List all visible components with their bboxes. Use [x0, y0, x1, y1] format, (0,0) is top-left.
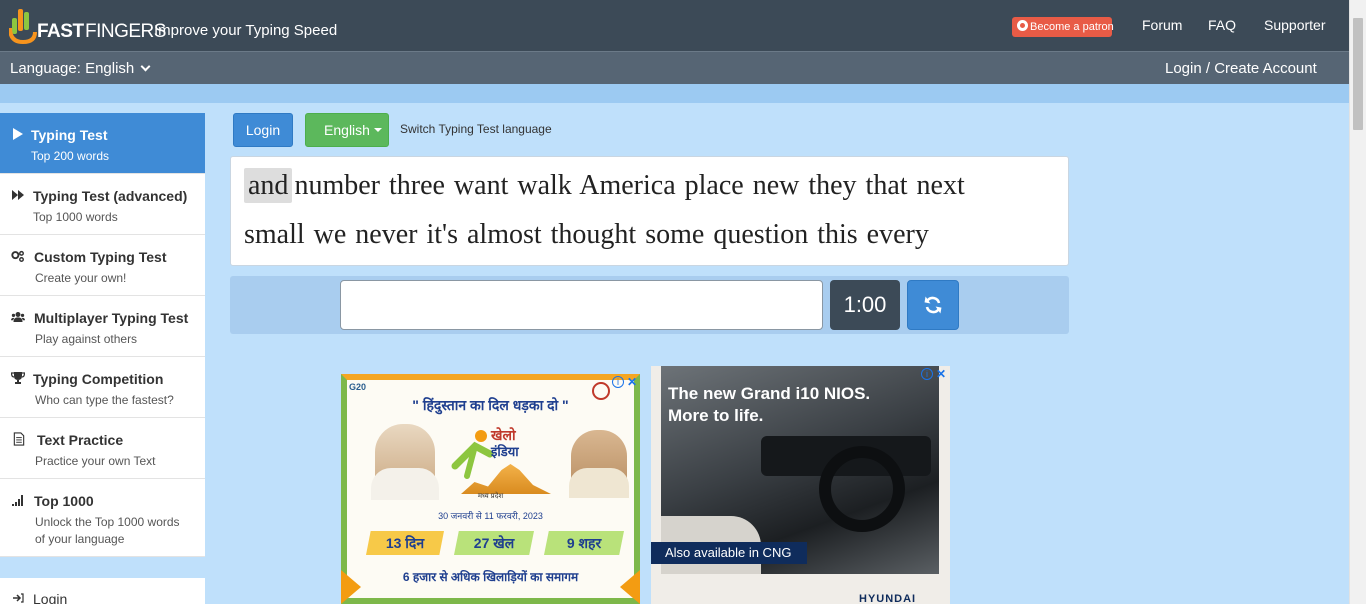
sidebar-item-subtitle: Practice your own Text	[35, 454, 156, 468]
play-icon	[13, 128, 23, 140]
words-line-1-rest: number three want walk America place new…	[294, 170, 965, 201]
document-icon	[13, 432, 25, 446]
sidebar-item-title: Typing Test	[31, 127, 108, 143]
ad-title-line2: More to life.	[668, 406, 764, 425]
sidebar-item-subtitle: Create your own!	[35, 271, 127, 285]
login-create-account-link[interactable]: Login / Create Account	[1165, 60, 1317, 77]
top-header: FAST FINGERS Improve your Typing Speed B…	[0, 0, 1349, 51]
ad-title: The new Grand i10 NIOS. More to life.	[668, 383, 898, 427]
advertisement-hyundai[interactable]: i ✕ The new Grand i10 NIOS. More to life.…	[651, 366, 950, 604]
header-stripe	[0, 84, 1349, 103]
khelo-text: खेलो	[491, 427, 516, 443]
sidebar-item-subtitle-line2: of your language	[35, 532, 125, 546]
caret-down-icon	[373, 128, 382, 132]
current-word: and	[244, 168, 293, 203]
gears-icon	[11, 250, 24, 262]
ad-stat-sports: 27 खेल	[454, 531, 534, 555]
ad-footer-text: 6 हजार से अधिक खिलाड़ियों का समागम	[402, 570, 579, 584]
sidebar-item-title: Typing Competition	[33, 371, 164, 387]
ad-title-line1: The new Grand i10 NIOS.	[668, 384, 871, 403]
login-button[interactable]: Login	[233, 113, 293, 147]
sidebar-item-subtitle: Top 200 words	[31, 149, 110, 163]
logo-fast-text: FAST	[37, 21, 84, 42]
typing-input[interactable]	[340, 280, 823, 330]
trophy-icon	[11, 372, 25, 384]
words-line-2: small we never it's almost thought some …	[244, 219, 929, 250]
ad-headline: " हिंदुस्तान का दिल धड़का दो "	[412, 397, 569, 413]
sidebar-item-top-1000[interactable]: Top 1000 Unlock the Top 1000 words of you…	[0, 479, 205, 557]
reload-button[interactable]	[907, 280, 959, 330]
sidebar-item-text-practice[interactable]: Text Practice Practice your own Text	[0, 418, 205, 479]
sidebar-item-subtitle: Unlock the Top 1000 words of your languag…	[35, 514, 180, 548]
ad-date: 30 जनवरी से 11 फरवरी, 2023	[438, 511, 543, 521]
sidebar-login-label: Login	[33, 591, 68, 604]
patron-label: Become a patron	[1030, 21, 1114, 33]
nav-supporter[interactable]: Supporter	[1264, 17, 1325, 33]
site-logo[interactable]: FAST FINGERS	[9, 6, 166, 44]
ad-close-icon[interactable]: ✕	[936, 367, 946, 381]
sidebar-item-custom-typing-test[interactable]: Custom Typing Test Create your own!	[0, 235, 205, 296]
ad-stat-cities: 9 शहर	[544, 531, 624, 555]
ad-region: मध्य प्रदेश	[477, 493, 504, 500]
steering-wheel	[819, 446, 905, 532]
sidebar-item-title: Custom Typing Test	[34, 249, 167, 265]
input-row: 1:00	[230, 276, 1069, 334]
refresh-icon	[924, 296, 942, 314]
sidebar: Typing Test Top 200 words Typing Test (a…	[0, 113, 205, 557]
sidebar-item-subtitle: Top 1000 words	[33, 210, 118, 224]
sidebar-item-typing-test-advanced[interactable]: Typing Test (advanced) Top 1000 words	[0, 174, 205, 235]
sidebar-item-title: Typing Test (advanced)	[33, 188, 188, 204]
sidebar-item-subtitle: Play against others	[35, 332, 138, 346]
timer: 1:00	[830, 280, 900, 330]
ad-stat-days: 13 दिन	[366, 531, 444, 555]
words-line-1: and number three want walk America place …	[244, 168, 965, 203]
sidebar-item-multiplayer[interactable]: Multiplayer Typing Test Play against oth…	[0, 296, 205, 357]
signal-bars-icon	[12, 495, 23, 506]
hyundai-logo: HYUNDAI	[859, 593, 917, 604]
sidebar-item-title: Text Practice	[37, 432, 124, 448]
users-icon	[11, 312, 25, 322]
sign-in-icon	[13, 593, 24, 603]
sidebar-item-subtitle: Who can type the fastest?	[35, 393, 174, 407]
language-dropdown[interactable]: Language: English	[10, 60, 151, 77]
scrollbar-thumb[interactable]	[1353, 18, 1363, 130]
ad-person-right	[569, 430, 629, 498]
ad-stats: 13 दिन 27 खेल 9 शहर	[366, 531, 626, 555]
nav-faq[interactable]: FAQ	[1208, 17, 1236, 33]
nav-forum[interactable]: Forum	[1142, 17, 1182, 33]
sidebar-item-title: Multiplayer Typing Test	[34, 310, 189, 326]
sidebar-login[interactable]: Login	[0, 578, 205, 604]
patreon-icon	[1017, 20, 1028, 31]
become-patron-button[interactable]: Become a patron	[1012, 17, 1114, 37]
sidebar-item-typing-competition[interactable]: Typing Competition Who can type the fast…	[0, 357, 205, 418]
words-display: and number three want walk America place …	[230, 156, 1069, 266]
ad-cng-banner: Also available in CNG	[651, 542, 807, 564]
india-text: इंडिया	[491, 444, 519, 459]
ad-person-left	[371, 424, 439, 500]
sidebar-item-typing-test[interactable]: Typing Test Top 200 words	[0, 113, 205, 174]
language-select-button[interactable]: English	[305, 113, 389, 147]
sub-header: Language: English Login / Create Account	[0, 51, 1349, 84]
language-select-label: English	[324, 122, 370, 138]
language-label: Language: English	[10, 60, 135, 77]
ad-close-icon[interactable]: ✕	[627, 375, 637, 389]
ad-info-icon[interactable]: i	[921, 368, 933, 380]
g20-logo: G20	[349, 382, 367, 392]
sidebar-item-title: Top 1000	[34, 493, 94, 509]
fast-forward-icon	[12, 190, 24, 200]
advertisement-khelo-india[interactable]: G20 i ✕ " हिंदुस्तान का दिल धड़का दो " ख…	[341, 374, 640, 604]
switch-language-label: Switch Typing Test language	[400, 122, 552, 136]
ad-info-icon[interactable]: i	[612, 376, 624, 388]
chevron-down-icon	[140, 61, 151, 72]
page-scrollbar[interactable]	[1349, 0, 1366, 604]
sidebar-item-subtitle-line1: Unlock the Top 1000 words	[35, 515, 180, 529]
site-tagline: Improve your Typing Speed	[154, 22, 338, 39]
